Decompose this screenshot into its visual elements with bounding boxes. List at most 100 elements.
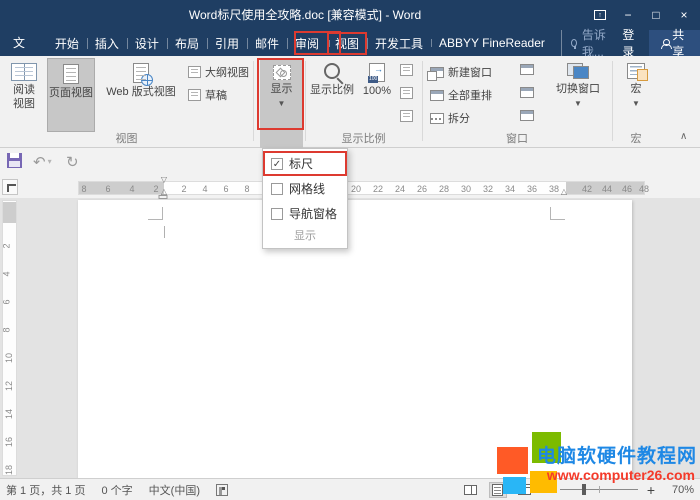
one-page-button[interactable] — [400, 64, 413, 76]
window-group-label: 窗口 — [422, 130, 612, 146]
read-mode-label: 阅读视图 — [11, 84, 37, 112]
language-indicator[interactable]: 中文(中国) — [149, 482, 200, 498]
right-indent-marker[interactable]: △ — [561, 188, 567, 196]
outline-view-button[interactable]: 大纲视图 — [188, 64, 249, 80]
web-layout-view-button[interactable] — [516, 482, 534, 498]
undo-button[interactable]: ↶▾ — [33, 153, 52, 171]
zoom-slider[interactable] — [560, 489, 638, 490]
read-mode-button[interactable]: 阅读视图 — [3, 58, 45, 132]
show-dropdown-button[interactable]: 显示 ▼ — [260, 60, 303, 128]
new-window-label: 新建窗口 — [448, 64, 492, 80]
side-by-side-icon — [520, 64, 534, 75]
watermark-site-name: 电脑软硬件教程网 — [537, 441, 697, 468]
tell-me-label: 告诉我... — [582, 26, 613, 60]
synchronous-scrolling-button[interactable] — [520, 87, 534, 98]
unchecked-checkbox-icon[interactable] — [271, 183, 283, 195]
tab-file[interactable]: 文件 — [0, 30, 43, 56]
zoom-slider-midpoint — [599, 486, 600, 493]
chevron-down-icon: ▼ — [278, 100, 286, 108]
chevron-down-icon: ▼ — [574, 100, 582, 108]
collapse-ribbon-button[interactable]: ∧ — [680, 131, 687, 142]
macros-button[interactable]: 宏 ▼ — [617, 58, 655, 132]
ruler-tick: 48 — [639, 183, 649, 195]
switch-windows-icon — [567, 63, 589, 79]
tab-设计[interactable]: 设计 — [127, 32, 167, 55]
chevron-down-icon: ▾ — [48, 158, 52, 166]
tab-审阅[interactable]: 审阅 — [287, 32, 327, 55]
arrange-all-button[interactable]: 全部重排 — [430, 87, 492, 103]
tab-开发工具[interactable]: 开发工具 — [367, 32, 431, 55]
new-window-button[interactable]: 新建窗口 — [430, 64, 492, 80]
menu-item-网格线[interactable]: 网格线 — [263, 176, 347, 201]
tab-引用[interactable]: 引用 — [207, 32, 247, 55]
ruler-tick: 12 — [4, 381, 14, 391]
show-button-label: 显示 — [271, 83, 293, 97]
chevron-down-icon: ▼ — [632, 100, 640, 108]
unchecked-checkbox-icon[interactable] — [271, 208, 283, 220]
web-layout-view-icon — [518, 484, 531, 495]
zoom-in-button[interactable]: + — [647, 483, 655, 497]
zoom-percentage[interactable]: 70% — [664, 484, 694, 496]
save-button[interactable] — [7, 153, 22, 168]
tab-插入[interactable]: 插入 — [87, 32, 127, 55]
group-separator — [305, 61, 306, 141]
split-button[interactable]: 拆分 — [430, 110, 470, 126]
left-indent-marker[interactable] — [159, 195, 168, 199]
ribbon-tab-row: 文件 开始插入设计布局引用邮件审阅视图开发工具ABBYY FineReader … — [0, 30, 700, 56]
zoom-group-label: 显示比例 — [305, 130, 422, 146]
reset-window-position-button[interactable] — [520, 110, 534, 121]
horizontal-ruler[interactable]: ▽ △ △ 8642246810202224262830323436384244… — [78, 181, 645, 195]
page-width-icon — [400, 110, 413, 122]
menu-item-导航窗格[interactable]: 导航窗格 — [263, 201, 347, 226]
share-button[interactable]: 共享 — [649, 30, 700, 56]
ruler-tick: 30 — [461, 183, 471, 195]
zoom-100-label: 100% — [363, 85, 391, 99]
tab-布局[interactable]: 布局 — [167, 32, 207, 55]
print-layout-view-button[interactable] — [489, 482, 507, 498]
tell-me-box[interactable]: 告诉我... — [561, 26, 613, 60]
read-mode-view-button[interactable] — [462, 482, 480, 498]
macro-record-icon[interactable] — [216, 484, 228, 496]
document-page[interactable] — [78, 200, 632, 478]
page-icon — [63, 64, 79, 84]
undo-icon: ↶ — [33, 153, 46, 171]
ruler-tick: 22 — [373, 183, 383, 195]
zoom-slider-thumb[interactable] — [582, 484, 586, 495]
tab-stop-selector[interactable] — [2, 179, 18, 195]
page-width-button[interactable] — [400, 110, 413, 122]
macros-group-label: 宏 — [612, 130, 660, 146]
tab-ABBYY FineReader[interactable]: ABBYY FineReader — [431, 33, 553, 53]
checked-checkbox-icon[interactable]: ✓ — [271, 158, 283, 170]
tab-开始[interactable]: 开始 — [47, 32, 87, 55]
tab-邮件[interactable]: 邮件 — [247, 32, 287, 55]
menu-item-标尺[interactable]: ✓标尺 — [263, 151, 347, 176]
magnifier-icon — [324, 63, 340, 79]
split-label: 拆分 — [448, 110, 470, 126]
zoom-out-button[interactable]: − — [543, 483, 551, 497]
menu-footer-label: 显示 — [263, 226, 347, 246]
draft-button[interactable]: 草稿 — [188, 87, 227, 103]
view-side-by-side-button[interactable] — [520, 64, 534, 75]
ruler-tick: 4 — [202, 183, 207, 195]
group-separator — [253, 61, 254, 141]
reset-position-icon — [520, 110, 534, 121]
globe-icon — [141, 74, 153, 86]
ruler-tick: 4 — [2, 271, 12, 276]
switch-windows-button[interactable]: 切换窗口 ▼ — [548, 58, 608, 132]
sign-in-button[interactable]: 登录 — [612, 26, 649, 60]
first-line-indent-marker[interactable]: ▽ — [161, 176, 167, 184]
word-count[interactable]: 0 个字 — [101, 482, 132, 498]
multiple-pages-button[interactable] — [400, 87, 413, 99]
zoom-button[interactable]: 显示比例 — [308, 58, 356, 132]
show-dropdown-connector — [260, 130, 303, 148]
print-layout-button[interactable]: 页面视图 — [47, 58, 95, 132]
vertical-ruler[interactable]: 24681012141618 — [2, 200, 17, 476]
ribbon: 阅读视图 页面视图 Web 版式视图 大纲视图 草稿 视图 显示 ▼ 显示比例 … — [0, 56, 700, 148]
tab-视图[interactable]: 视图 — [327, 32, 367, 55]
web-layout-button[interactable]: Web 版式视图 — [97, 58, 185, 132]
ruler-tick: 18 — [4, 465, 14, 475]
zoom-100-button[interactable]: 100% — [357, 58, 397, 132]
page-indicator[interactable]: 第 1 页，共 1 页 — [6, 482, 85, 498]
redo-button[interactable]: ↻ — [66, 153, 79, 171]
save-icon — [7, 153, 22, 168]
